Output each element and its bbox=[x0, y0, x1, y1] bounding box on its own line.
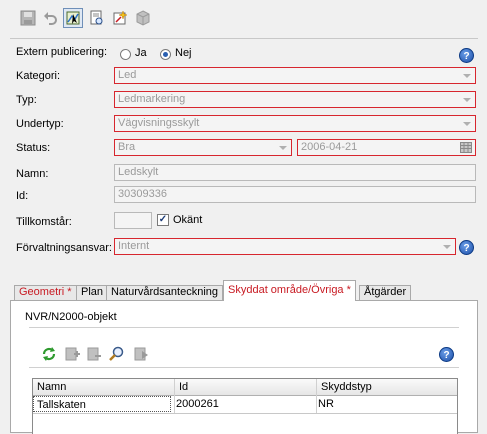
name-value: Ledskylt bbox=[118, 166, 159, 178]
delete-button[interactable] bbox=[133, 8, 153, 28]
publish-yes-radio[interactable] bbox=[120, 49, 131, 60]
save-icon bbox=[20, 10, 36, 26]
chevron-down-icon bbox=[279, 146, 287, 150]
status-value: Bra bbox=[118, 141, 136, 153]
preview-icon bbox=[90, 10, 103, 25]
management-label: Förvaltningsansvar: bbox=[16, 242, 112, 254]
new-object-button[interactable] bbox=[110, 8, 130, 28]
name-field[interactable]: Ledskylt bbox=[114, 164, 476, 181]
id-label: Id: bbox=[16, 190, 29, 202]
tab-plan[interactable]: Plan bbox=[76, 285, 109, 300]
publish-no-radio[interactable] bbox=[160, 49, 171, 60]
type-value: Ledmarkering bbox=[118, 93, 186, 105]
add-object-icon[interactable] bbox=[64, 346, 80, 362]
id-value: 30309336 bbox=[118, 188, 167, 200]
help-icon[interactable]: ? bbox=[459, 48, 474, 63]
help-icon[interactable]: ? bbox=[459, 240, 474, 255]
tab-skyddat-omrade[interactable]: Skyddat område/Övriga * bbox=[223, 280, 356, 301]
group-title: NVR/N2000-objekt bbox=[25, 311, 117, 323]
delete-icon bbox=[136, 10, 150, 26]
chevron-down-icon bbox=[443, 245, 451, 249]
chevron-down-icon bbox=[463, 74, 471, 78]
column-header-id[interactable]: Id bbox=[175, 379, 317, 395]
undo-icon bbox=[44, 12, 57, 25]
tab-atgarder[interactable]: Åtgärder bbox=[359, 285, 412, 300]
table-header: Namn Id Skyddstyp bbox=[33, 379, 457, 396]
chevron-down-icon bbox=[463, 122, 471, 126]
table-row[interactable]: Tallskaten 2000261 NR bbox=[33, 396, 457, 414]
category-value: Led bbox=[118, 69, 137, 81]
calendar-icon[interactable] bbox=[460, 142, 472, 153]
toolbar-divider bbox=[29, 367, 459, 368]
tab-geometri[interactable]: Geometri * bbox=[14, 285, 77, 300]
status-date-value: 2006-04-21 bbox=[301, 141, 358, 153]
subtype-label: Undertyp: bbox=[16, 118, 64, 130]
type-dropdown[interactable]: Ledmarkering bbox=[114, 91, 476, 108]
status-label: Status: bbox=[16, 142, 51, 154]
column-header-namn[interactable]: Namn bbox=[33, 379, 175, 395]
cell-id: 2000261 bbox=[176, 398, 219, 410]
group-divider bbox=[29, 327, 459, 328]
name-label: Namn: bbox=[16, 168, 49, 180]
new-object-icon bbox=[113, 10, 128, 25]
help-icon[interactable]: ? bbox=[439, 347, 454, 362]
column-divider bbox=[174, 379, 175, 413]
objects-table: Namn Id Skyddstyp Tallskaten 2000261 NR bbox=[32, 378, 458, 434]
refresh-icon[interactable] bbox=[41, 346, 57, 362]
created-year-field[interactable] bbox=[114, 212, 152, 229]
subtype-dropdown[interactable]: Vägvisningsskylt bbox=[114, 115, 476, 132]
map-select-button[interactable] bbox=[63, 8, 83, 28]
column-divider bbox=[316, 379, 317, 413]
zoom-icon[interactable] bbox=[109, 346, 125, 362]
preview-button[interactable] bbox=[87, 8, 107, 28]
goto-object-icon[interactable] bbox=[133, 346, 149, 362]
chevron-down-icon bbox=[463, 98, 471, 102]
save-button[interactable] bbox=[18, 8, 38, 28]
category-dropdown[interactable]: Led bbox=[114, 67, 476, 84]
map-select-icon bbox=[66, 11, 80, 25]
subtype-value: Vägvisningsskylt bbox=[118, 117, 200, 129]
publish-yes-label: Ja bbox=[135, 47, 147, 59]
created-label: Tillkomstår: bbox=[16, 216, 72, 228]
type-label: Typ: bbox=[16, 94, 37, 106]
management-value: Internt bbox=[118, 240, 150, 252]
tab-panel: NVR/N2000-objekt ? Namn Id Skyddstyp Tal… bbox=[10, 300, 478, 434]
status-date-field[interactable]: 2006-04-21 bbox=[297, 139, 476, 156]
publish-label: Extern publicering: bbox=[16, 46, 108, 58]
column-header-skyddstyp[interactable]: Skyddstyp bbox=[317, 379, 457, 395]
publish-no-label: Nej bbox=[175, 47, 192, 59]
undo-button[interactable] bbox=[40, 8, 60, 28]
cell-skyddstyp: NR bbox=[318, 398, 334, 410]
category-label: Kategori: bbox=[16, 70, 61, 82]
toolbar-divider bbox=[10, 38, 478, 39]
unknown-checkbox[interactable]: ✓ bbox=[157, 214, 169, 226]
management-dropdown[interactable]: Internt bbox=[114, 238, 456, 255]
remove-object-icon[interactable] bbox=[86, 346, 102, 362]
unknown-label: Okänt bbox=[173, 214, 203, 226]
cell-namn: Tallskaten bbox=[33, 396, 171, 412]
tab-naturvardsanteckning[interactable]: Naturvårdsanteckning bbox=[106, 285, 224, 300]
status-dropdown[interactable]: Bra bbox=[114, 139, 292, 156]
id-field: 30309336 bbox=[114, 186, 476, 203]
